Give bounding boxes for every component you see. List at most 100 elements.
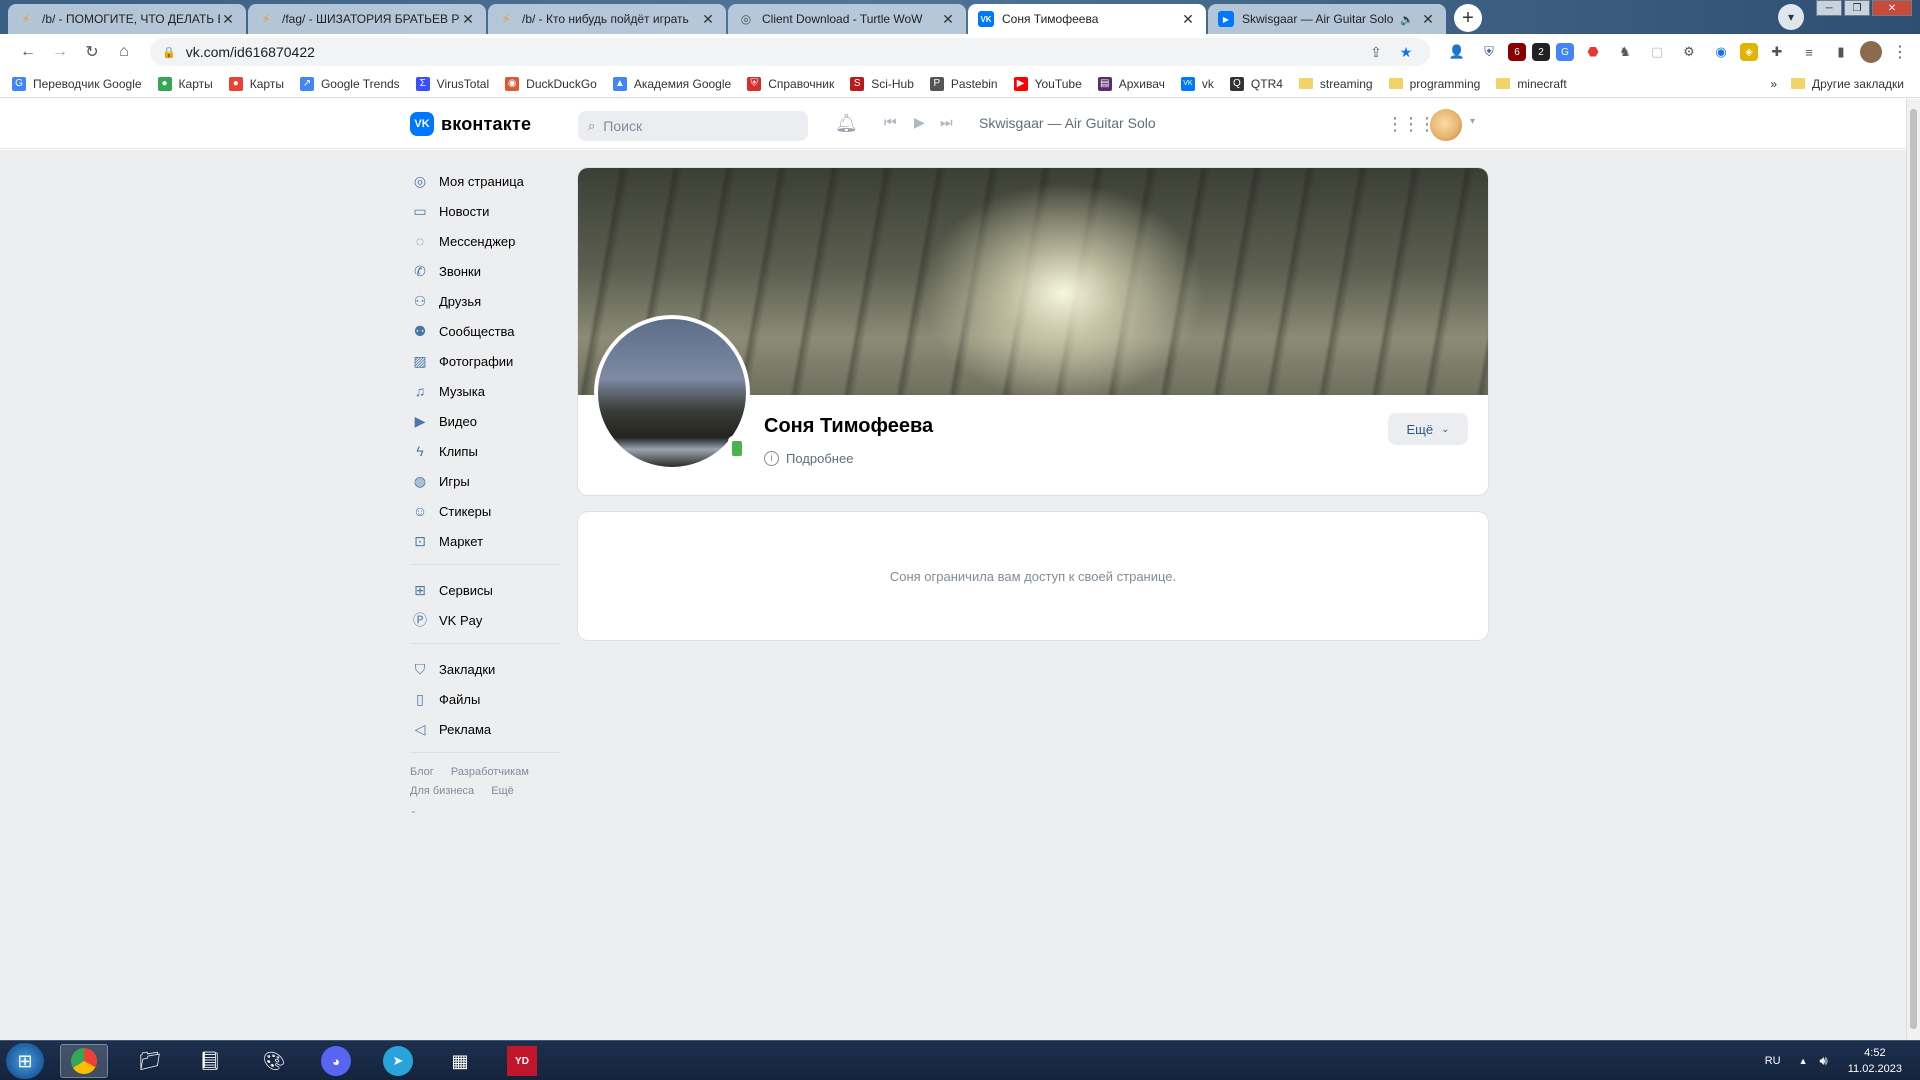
sidebar-item[interactable]: ◌ Мессенджер (410, 226, 560, 256)
browser-tab[interactable]: ⚡ /b/ - Кто нибудь пойдёт играть ✕ (488, 4, 726, 34)
chevron-down-icon[interactable]: ▾ (1470, 116, 1475, 127)
bookmark-item[interactable]: ▲ Академия Google (612, 76, 731, 91)
close-icon[interactable]: ✕ (460, 11, 476, 28)
bookmark-item[interactable]: ◉ DuckDuckGo (505, 76, 597, 91)
bookmark-item[interactable]: ● Карты (228, 76, 284, 91)
paint-icon[interactable]: 🎨︎ (250, 1044, 298, 1078)
close-icon[interactable]: ✕ (1180, 11, 1196, 28)
language-indicator[interactable]: RU (1765, 1055, 1781, 1067)
details-link[interactable]: i Подробнее (764, 451, 853, 466)
bookmark-item[interactable]: ▤ Архивач (1097, 76, 1165, 91)
footer-link-blog[interactable]: Блог (410, 766, 434, 778)
telegram-icon[interactable]: ➤ (374, 1044, 422, 1078)
now-playing[interactable]: Skwisgaar — Air Guitar Solo (979, 115, 1156, 131)
avatar[interactable] (1430, 109, 1462, 141)
sidebar-item[interactable]: ϟ Клипы (410, 436, 560, 466)
bookmark-item[interactable]: P Pastebin (929, 76, 998, 91)
close-icon[interactable]: ✕ (1420, 11, 1436, 28)
browser-tab[interactable]: ⚡ /b/ - ПОМОГИТЕ, ЧТО ДЕЛАТЬ Е ✕ (8, 4, 246, 34)
footer-link-developers[interactable]: Разработчикам (451, 766, 529, 778)
translate-icon[interactable]: G (1556, 43, 1574, 61)
back-icon[interactable]: ← (12, 38, 44, 66)
sidebar-item[interactable]: ✆ Звонки (410, 256, 560, 286)
bookmark-item[interactable]: Q QTR4 (1229, 76, 1283, 91)
scrollbar[interactable] (1906, 99, 1920, 1040)
profile-photo[interactable] (594, 315, 750, 471)
notepad-icon[interactable]: 📘︎ (186, 1044, 234, 1078)
footer-link-business[interactable]: Для бизнеса (410, 785, 474, 797)
sidebar-item[interactable]: ◎ Моя страница (410, 166, 560, 196)
sidebar-item[interactable]: ♫ Музыка (410, 376, 560, 406)
minimize-icon[interactable]: ─ (1816, 0, 1842, 16)
extension-icon[interactable]: ◉ (1708, 39, 1734, 65)
new-tab-button[interactable]: + (1454, 4, 1482, 32)
menu-kebab-icon[interactable]: ⋮ (1890, 42, 1910, 62)
puzzle-icon[interactable]: ✚ (1764, 39, 1790, 65)
bookmark-item[interactable]: ▶ YouTube (1013, 76, 1082, 91)
apps-grid-icon[interactable]: ⋮⋮⋮ (1386, 114, 1436, 135)
close-window-icon[interactable]: ✕ (1872, 0, 1912, 16)
bell-icon[interactable]: 🔔︎ (835, 113, 858, 134)
bookmark-folder[interactable]: minecraft (1496, 77, 1567, 91)
close-icon[interactable]: ✕ (700, 11, 716, 28)
sidepanel-icon[interactable]: ▮ (1828, 39, 1854, 65)
clock[interactable]: 4:52 11.02.2023 (1848, 1045, 1902, 1077)
discord-icon[interactable]: ◕ (312, 1044, 360, 1078)
folder-icon[interactable]: 📁︎ (126, 1044, 174, 1078)
app-icon[interactable]: YD (498, 1044, 546, 1078)
extension-icon[interactable]: ◈ (1740, 43, 1758, 61)
close-icon[interactable]: ✕ (940, 11, 956, 28)
vk-logo[interactable]: VK вконтакте (410, 112, 531, 136)
sidebar-item[interactable]: Ⓟ VK Pay (410, 605, 560, 635)
sidebar-item[interactable]: ⚇ Друзья (410, 286, 560, 316)
sidebar-item[interactable]: ▨ Фотографии (410, 346, 560, 376)
search-input[interactable]: ⌕ Поиск (578, 111, 808, 141)
bookmark-item[interactable]: G Переводчик Google (12, 76, 142, 91)
bookmark-item[interactable]: VK vk (1180, 76, 1214, 91)
ublock-icon[interactable]: 6 (1508, 43, 1526, 61)
bookmark-folder[interactable]: programming (1388, 77, 1480, 91)
extension-icon[interactable]: ♞ (1612, 39, 1638, 65)
forward-icon[interactable]: → (44, 38, 76, 66)
bookmark-folder[interactable]: streaming (1298, 77, 1373, 91)
scrollbar-thumb[interactable] (1910, 109, 1917, 1029)
bookmark-item[interactable]: ↗ Google Trends (299, 76, 400, 91)
profile-avatar[interactable] (1860, 41, 1882, 63)
stop-icon[interactable]: ⬣ (1580, 39, 1606, 65)
extension-icon[interactable]: 2 (1532, 43, 1550, 61)
volume-icon[interactable]: 🔊︎ (1820, 1053, 1828, 1069)
next-track-icon[interactable]: ⏭︎ (940, 114, 953, 131)
speaker-icon[interactable]: 🔊 (1400, 13, 1414, 26)
bookmark-item[interactable]: ⛨ Справочник (747, 76, 834, 91)
sidebar-item[interactable]: ⛉ Закладки (410, 654, 560, 684)
reload-icon[interactable]: ↻ (76, 38, 108, 66)
previous-track-icon[interactable]: ⏮︎ (884, 114, 897, 131)
sidebar-item[interactable]: ◍ Игры (410, 466, 560, 496)
chevron-more-icon[interactable]: » (1770, 77, 1777, 91)
media-icon[interactable]: ≡ (1796, 39, 1822, 65)
more-button[interactable]: Ещё ⌄ (1388, 413, 1468, 445)
sidebar-item[interactable]: ◁ Реклама (410, 714, 560, 744)
home-icon[interactable]: ⌂ (108, 38, 140, 66)
sidebar-item[interactable]: ⚉ Сообщества (410, 316, 560, 346)
extension-icon[interactable]: ⚙ (1676, 39, 1702, 65)
extension-icon[interactable]: ▢ (1644, 39, 1670, 65)
sidebar-item[interactable]: ☺ Стикеры (410, 496, 560, 526)
browser-tab-active[interactable]: VK Соня Тимофеева ✕ (968, 4, 1206, 34)
sidebar-item[interactable]: ▶ Видео (410, 406, 560, 436)
sidebar-item[interactable]: ⊡ Маркет (410, 526, 560, 556)
windows-start-icon[interactable]: ⊞ (6, 1043, 44, 1079)
chrome-icon[interactable] (60, 1044, 108, 1078)
lock-icon[interactable]: 🔒 (162, 46, 176, 59)
sidebar-item[interactable]: ▭ Новости (410, 196, 560, 226)
other-bookmarks-folder[interactable]: Другие закладки (1791, 77, 1904, 91)
sidebar-item[interactable]: ▯ Файлы (410, 684, 560, 714)
close-icon[interactable]: ✕ (220, 11, 236, 28)
star-icon[interactable]: ★ (1394, 44, 1418, 61)
bookmark-item[interactable]: Σ VirusTotal (415, 76, 489, 91)
browser-tab[interactable]: ◎ Client Download - Turtle WoW ✕ (728, 4, 966, 34)
share-icon[interactable]: ⇪ (1364, 44, 1388, 61)
play-icon[interactable]: ▶︎ (914, 114, 925, 131)
bookmark-item[interactable]: S Sci-Hub (850, 76, 914, 91)
address-bar[interactable]: 🔒 vk.com/id616870422 ⇪ ★ (150, 38, 1430, 66)
